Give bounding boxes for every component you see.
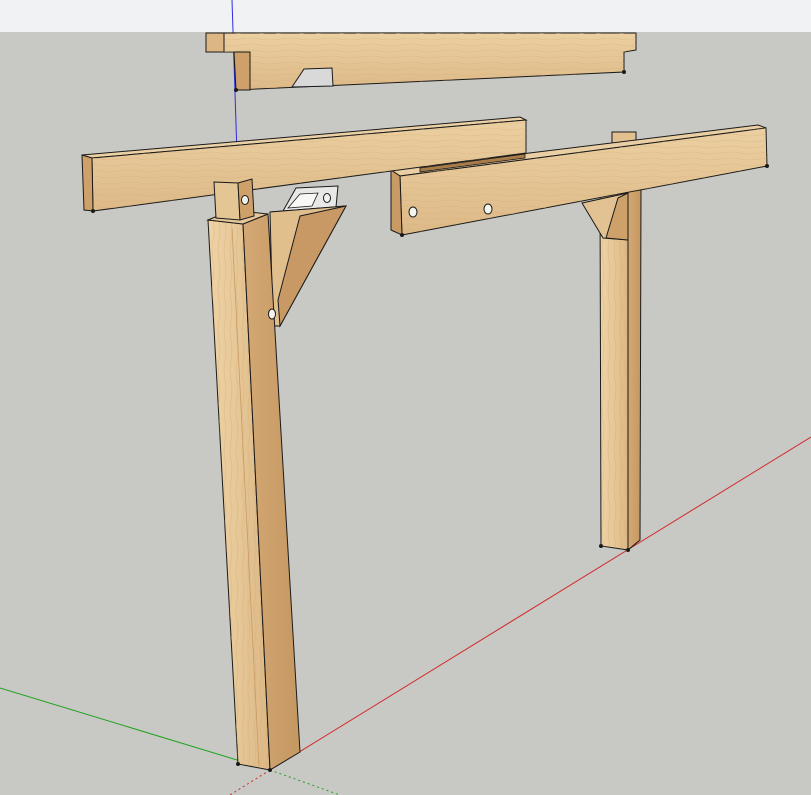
top-beam-tenon — [233, 51, 251, 91]
vertex-dot — [765, 164, 769, 168]
vertex-dot — [236, 762, 240, 766]
vertex-dot — [626, 548, 630, 552]
vertex-dot — [234, 88, 238, 92]
red-axis-hidden — [229, 769, 271, 795]
model-viewport[interactable] — [0, 0, 811, 795]
vertex-dot — [268, 768, 272, 772]
left-beam-end — [81, 154, 94, 212]
back-post-side-face — [627, 187, 642, 552]
tenon-peg-hole — [241, 195, 249, 205]
vertex-dot — [622, 70, 626, 74]
right-beam-end — [390, 169, 403, 236]
green-axis-hidden — [269, 769, 341, 795]
red-axis — [269, 436, 811, 771]
post-peg-hole — [268, 308, 276, 320]
peg-hole-2 — [483, 203, 493, 215]
axis-lines — [0, 0, 811, 795]
left-knee-brace[interactable] — [269, 205, 347, 328]
top-beam[interactable] — [205, 32, 637, 91]
front-post-tenon-front — [213, 181, 241, 221]
vertex-dot — [400, 233, 404, 237]
bracket-hole — [323, 193, 331, 203]
vertex-dot — [91, 209, 95, 213]
back-post-grain — [600, 190, 628, 550]
vertex-dot — [599, 544, 603, 548]
peg-hole-1 — [408, 206, 418, 218]
top-beam-left-end — [205, 32, 225, 53]
green-axis — [0, 687, 271, 771]
scene-canvas[interactable] — [0, 0, 811, 795]
